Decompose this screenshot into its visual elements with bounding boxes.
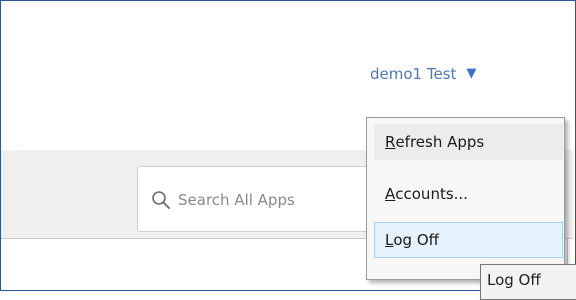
menu-item-label: efresh Apps bbox=[395, 133, 485, 151]
search-input[interactable] bbox=[178, 188, 376, 212]
caret-down-icon: ▼ bbox=[466, 65, 477, 81]
menu-item-mnemonic: A bbox=[385, 185, 396, 203]
user-dropdown-menu: Refresh Apps Accounts... Log Off bbox=[366, 117, 565, 280]
menu-item-label: ccounts... bbox=[395, 185, 468, 203]
menu-item-label: og Off bbox=[393, 231, 439, 249]
menu-item-log-off[interactable]: Log Off bbox=[374, 222, 563, 258]
search-box[interactable] bbox=[137, 166, 377, 232]
search-icon bbox=[152, 191, 170, 209]
menu-item-mnemonic: L bbox=[385, 231, 394, 249]
menu-item-mnemonic: R bbox=[385, 133, 396, 151]
menu-item-refresh-apps[interactable]: Refresh Apps bbox=[374, 124, 563, 160]
tooltip-text: Log Off bbox=[487, 271, 541, 289]
user-menu-button[interactable]: demo1 Test ▼ bbox=[370, 63, 476, 85]
user-name: demo1 Test bbox=[370, 65, 457, 83]
menu-item-accounts[interactable]: Accounts... bbox=[374, 176, 563, 212]
log-off-tooltip: Log Off bbox=[480, 264, 576, 300]
